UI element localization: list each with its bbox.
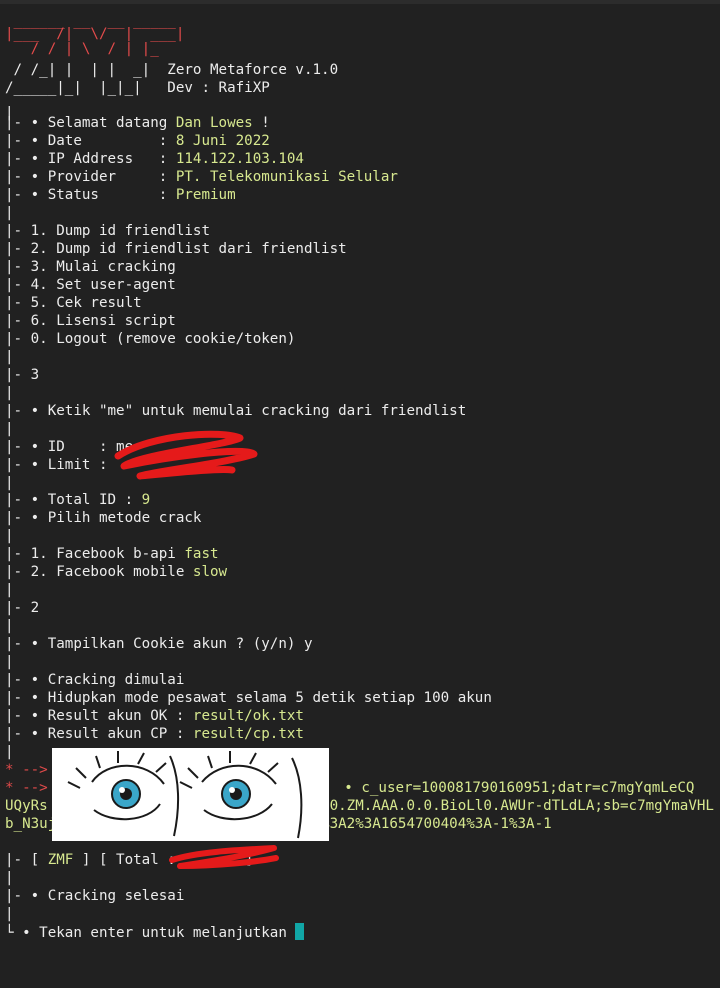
logo-line-5: /_____|_| |_|_| Dev : RafiXP xyxy=(5,79,270,97)
menu-item-crack: |- 3. Mulai cracking xyxy=(5,259,176,275)
date-label: |- • Date : xyxy=(5,133,176,149)
method-choice: |- 2 xyxy=(5,600,40,616)
result-cp-label: |- • Result akun CP : xyxy=(5,726,193,742)
enter-prompt: └ • Tekan enter untuk melanjutkan xyxy=(5,925,296,941)
cookie-start: • c_user=100081790160951;datr=c7mgYqmLeC… xyxy=(335,780,695,796)
ip-value: 114.122.103.104 xyxy=(175,151,304,167)
pipe: | xyxy=(5,582,14,598)
enter-prompt-line[interactable]: └ • Tekan enter untuk melanjutkan xyxy=(5,923,305,941)
airplane-mode-line: |- • Hidupkan mode pesawat selama 5 deti… xyxy=(5,690,492,706)
zmf-open: |- [ xyxy=(5,852,48,868)
eyes-illustration xyxy=(67,751,303,839)
terminal-window[interactable]: ______ __ __ _____ |___ /| \/ | ___| / /… xyxy=(0,0,720,988)
text-cursor[interactable] xyxy=(295,923,305,940)
total-id-label: |- • Total ID : xyxy=(5,492,142,508)
pipe: | xyxy=(5,528,14,544)
user-name: Dan Lowes xyxy=(175,115,253,131)
method-2-label: |- 2. Facebook mobile xyxy=(5,564,193,580)
result-ok-label: |- • Result akun OK : xyxy=(5,708,193,724)
sticker-image xyxy=(52,748,329,841)
crack-start-line: |- • Cracking dimulai xyxy=(5,672,185,688)
limit-line: |- • Limit : xyxy=(5,457,117,473)
pipe: | xyxy=(5,906,14,922)
crack-done-line: |- • Cracking selesai xyxy=(5,888,185,904)
method-option-2: |- 2. Facebook mobile slow xyxy=(5,563,227,581)
result-cp-path: result/cp.txt xyxy=(192,726,304,742)
provider-label: |- • Provider : xyxy=(5,169,176,185)
menu-item-user-agent: |- 4. Set user-agent xyxy=(5,277,176,293)
total-redaction-scribble xyxy=(169,845,279,869)
method-option-1: |- 1. Facebook b-api fast xyxy=(5,545,219,563)
hint-line: |- • Ketik "me" untuk memulai cracking d… xyxy=(5,402,466,420)
date-value: 8 Juni 2022 xyxy=(175,133,270,149)
total-id-value: 9 xyxy=(141,492,151,508)
result-ok-line: |- • Result akun OK : result/ok.txt xyxy=(5,707,304,725)
ip-line: |- • IP Address : 114.122.103.104 xyxy=(5,150,304,168)
pipe: | xyxy=(5,349,14,365)
pipe: | xyxy=(5,870,14,886)
result-ok-path: result/ok.txt xyxy=(192,708,304,724)
menu-choice: |- 3 xyxy=(5,367,40,383)
date-line: |- • Date : 8 Juni 2022 xyxy=(5,132,270,150)
menu-item-result: |- 5. Cek result xyxy=(5,295,142,311)
pipe: | xyxy=(5,385,14,401)
welcome-end: ! xyxy=(252,115,270,131)
zmf-tag: ZMF xyxy=(47,852,74,868)
status-label: |- • Status : xyxy=(5,187,176,203)
menu-item-license: |- 6. Lisensi script xyxy=(5,313,176,329)
welcome-label: |- • Selamat datang xyxy=(5,115,176,131)
method-1-label: |- 1. Facebook b-api xyxy=(5,546,185,562)
menu-item-dump: |- 1. Dump id friendlist xyxy=(5,223,210,239)
method-prompt: |- • Pilih metode crack xyxy=(5,510,202,526)
hint-prefix: |- • Ketik xyxy=(5,403,99,419)
provider-value: PT. Telekomunikasi Selular xyxy=(175,169,398,185)
ip-label: |- • IP Address : xyxy=(5,151,176,167)
hint-keyword: "me" xyxy=(98,403,134,419)
menu-item-dump-friends: |- 2. Dump id friendlist dari friendlist xyxy=(5,241,347,257)
menu-item-logout: |- 0. Logout (remove cookie/token) xyxy=(5,331,296,347)
total-id-line: |- • Total ID : 9 xyxy=(5,491,150,509)
logo-line-3: / / | \ / | |_ xyxy=(5,41,159,57)
method-2-speed: slow xyxy=(192,564,228,580)
logo-fragment: /_____|_| |_|_| xyxy=(5,80,168,96)
pipe: | xyxy=(5,654,14,670)
hint-suffix: untuk memulai cracking dari friendlist xyxy=(133,403,467,419)
result-cp-line: |- • Result akun CP : result/cp.txt xyxy=(5,725,304,743)
redaction-scribble xyxy=(114,430,258,480)
logo-fragment: / /_| | | | _| xyxy=(5,62,168,78)
pipe: | xyxy=(5,618,14,634)
pipe: | xyxy=(5,421,14,437)
dev-credit: Dev : RafiXP xyxy=(167,80,270,96)
pipe: | xyxy=(5,475,14,491)
cookie-prompt: |- • Tampilkan Cookie akun ? (y/n) y xyxy=(5,636,313,652)
pipe: | xyxy=(5,205,14,221)
pipe: | xyxy=(5,744,14,760)
provider-line: |- • Provider : PT. Telekomunikasi Selul… xyxy=(5,168,398,186)
result-arrow-2: * --> xyxy=(5,780,48,796)
status-value: Premium xyxy=(175,187,236,203)
welcome-line: |- • Selamat datang Dan Lowes ! xyxy=(5,114,270,132)
method-1-speed: fast xyxy=(184,546,219,562)
app-name: Zero Metaforce v.1.0 xyxy=(167,62,339,78)
status-bar xyxy=(0,0,720,4)
logo-line-4: / /_| | | | _| Zero Metaforce v.1.0 xyxy=(5,61,339,79)
status-line: |- • Status : Premium xyxy=(5,186,236,204)
result-arrow-1: * --> xyxy=(5,762,48,778)
